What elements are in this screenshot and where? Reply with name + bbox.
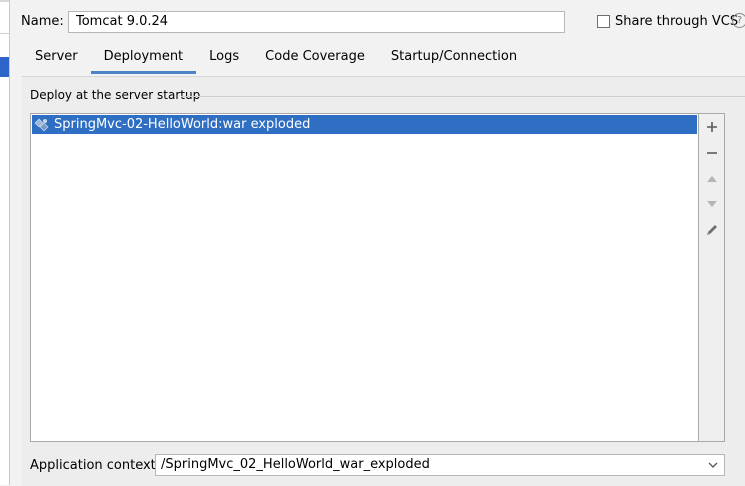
remove-button[interactable] [699,142,725,164]
group-title: Deploy at the server startup [30,88,201,102]
tab-logs[interactable]: Logs [196,42,252,74]
application-context-label: Application context: [30,458,161,473]
config-tree-strip[interactable] [0,0,10,485]
move-down-button[interactable] [699,193,725,215]
tab-deployment[interactable]: Deployment [90,42,197,74]
run-config-tabs: Server Deployment Logs Code Coverage Sta… [22,42,530,74]
group-separator [181,96,745,97]
share-vcs-label: Share through VCS [615,14,739,29]
add-icon [707,122,717,132]
edit-pencil-icon [707,225,717,235]
move-down-icon [707,201,717,207]
tab-startup-connection[interactable]: Startup/Connection [378,42,530,74]
application-context-combo[interactable]: /SpringMvc_02_HelloWorld_war_exploded [155,454,725,476]
add-button[interactable] [699,116,725,138]
deployment-list[interactable]: SpringMvc-02-HelloWorld:war exploded [30,113,699,442]
war-exploded-artifact-icon [34,117,49,132]
list-item-label: SpringMvc-02-HelloWorld:war exploded [54,117,311,132]
remove-icon [707,152,717,154]
name-label: Name: [21,14,64,29]
tree-top-edge [0,0,9,2]
help-icon[interactable]: ? [732,13,745,28]
move-up-icon [707,176,717,182]
tab-server[interactable]: Server [22,42,91,74]
tab-code-coverage[interactable]: Code Coverage [252,42,378,74]
name-input[interactable]: Tomcat 9.0.24 [68,11,565,33]
tree-divider [0,33,9,34]
tree-selected-item[interactable] [0,57,9,77]
list-item[interactable]: SpringMvc-02-HelloWorld:war exploded [32,115,697,134]
application-context-value: /SpringMvc_02_HelloWorld_war_exploded [161,457,430,472]
deployment-toolbar [699,113,725,442]
deployment-panel: Deploy at the server startup SpringMvc-0… [22,76,745,486]
chevron-down-icon[interactable] [708,460,718,470]
share-through-vcs[interactable]: Share through VCS [597,14,738,29]
move-up-button[interactable] [699,168,725,190]
edit-button[interactable] [699,219,725,241]
share-vcs-checkbox[interactable] [597,15,610,28]
